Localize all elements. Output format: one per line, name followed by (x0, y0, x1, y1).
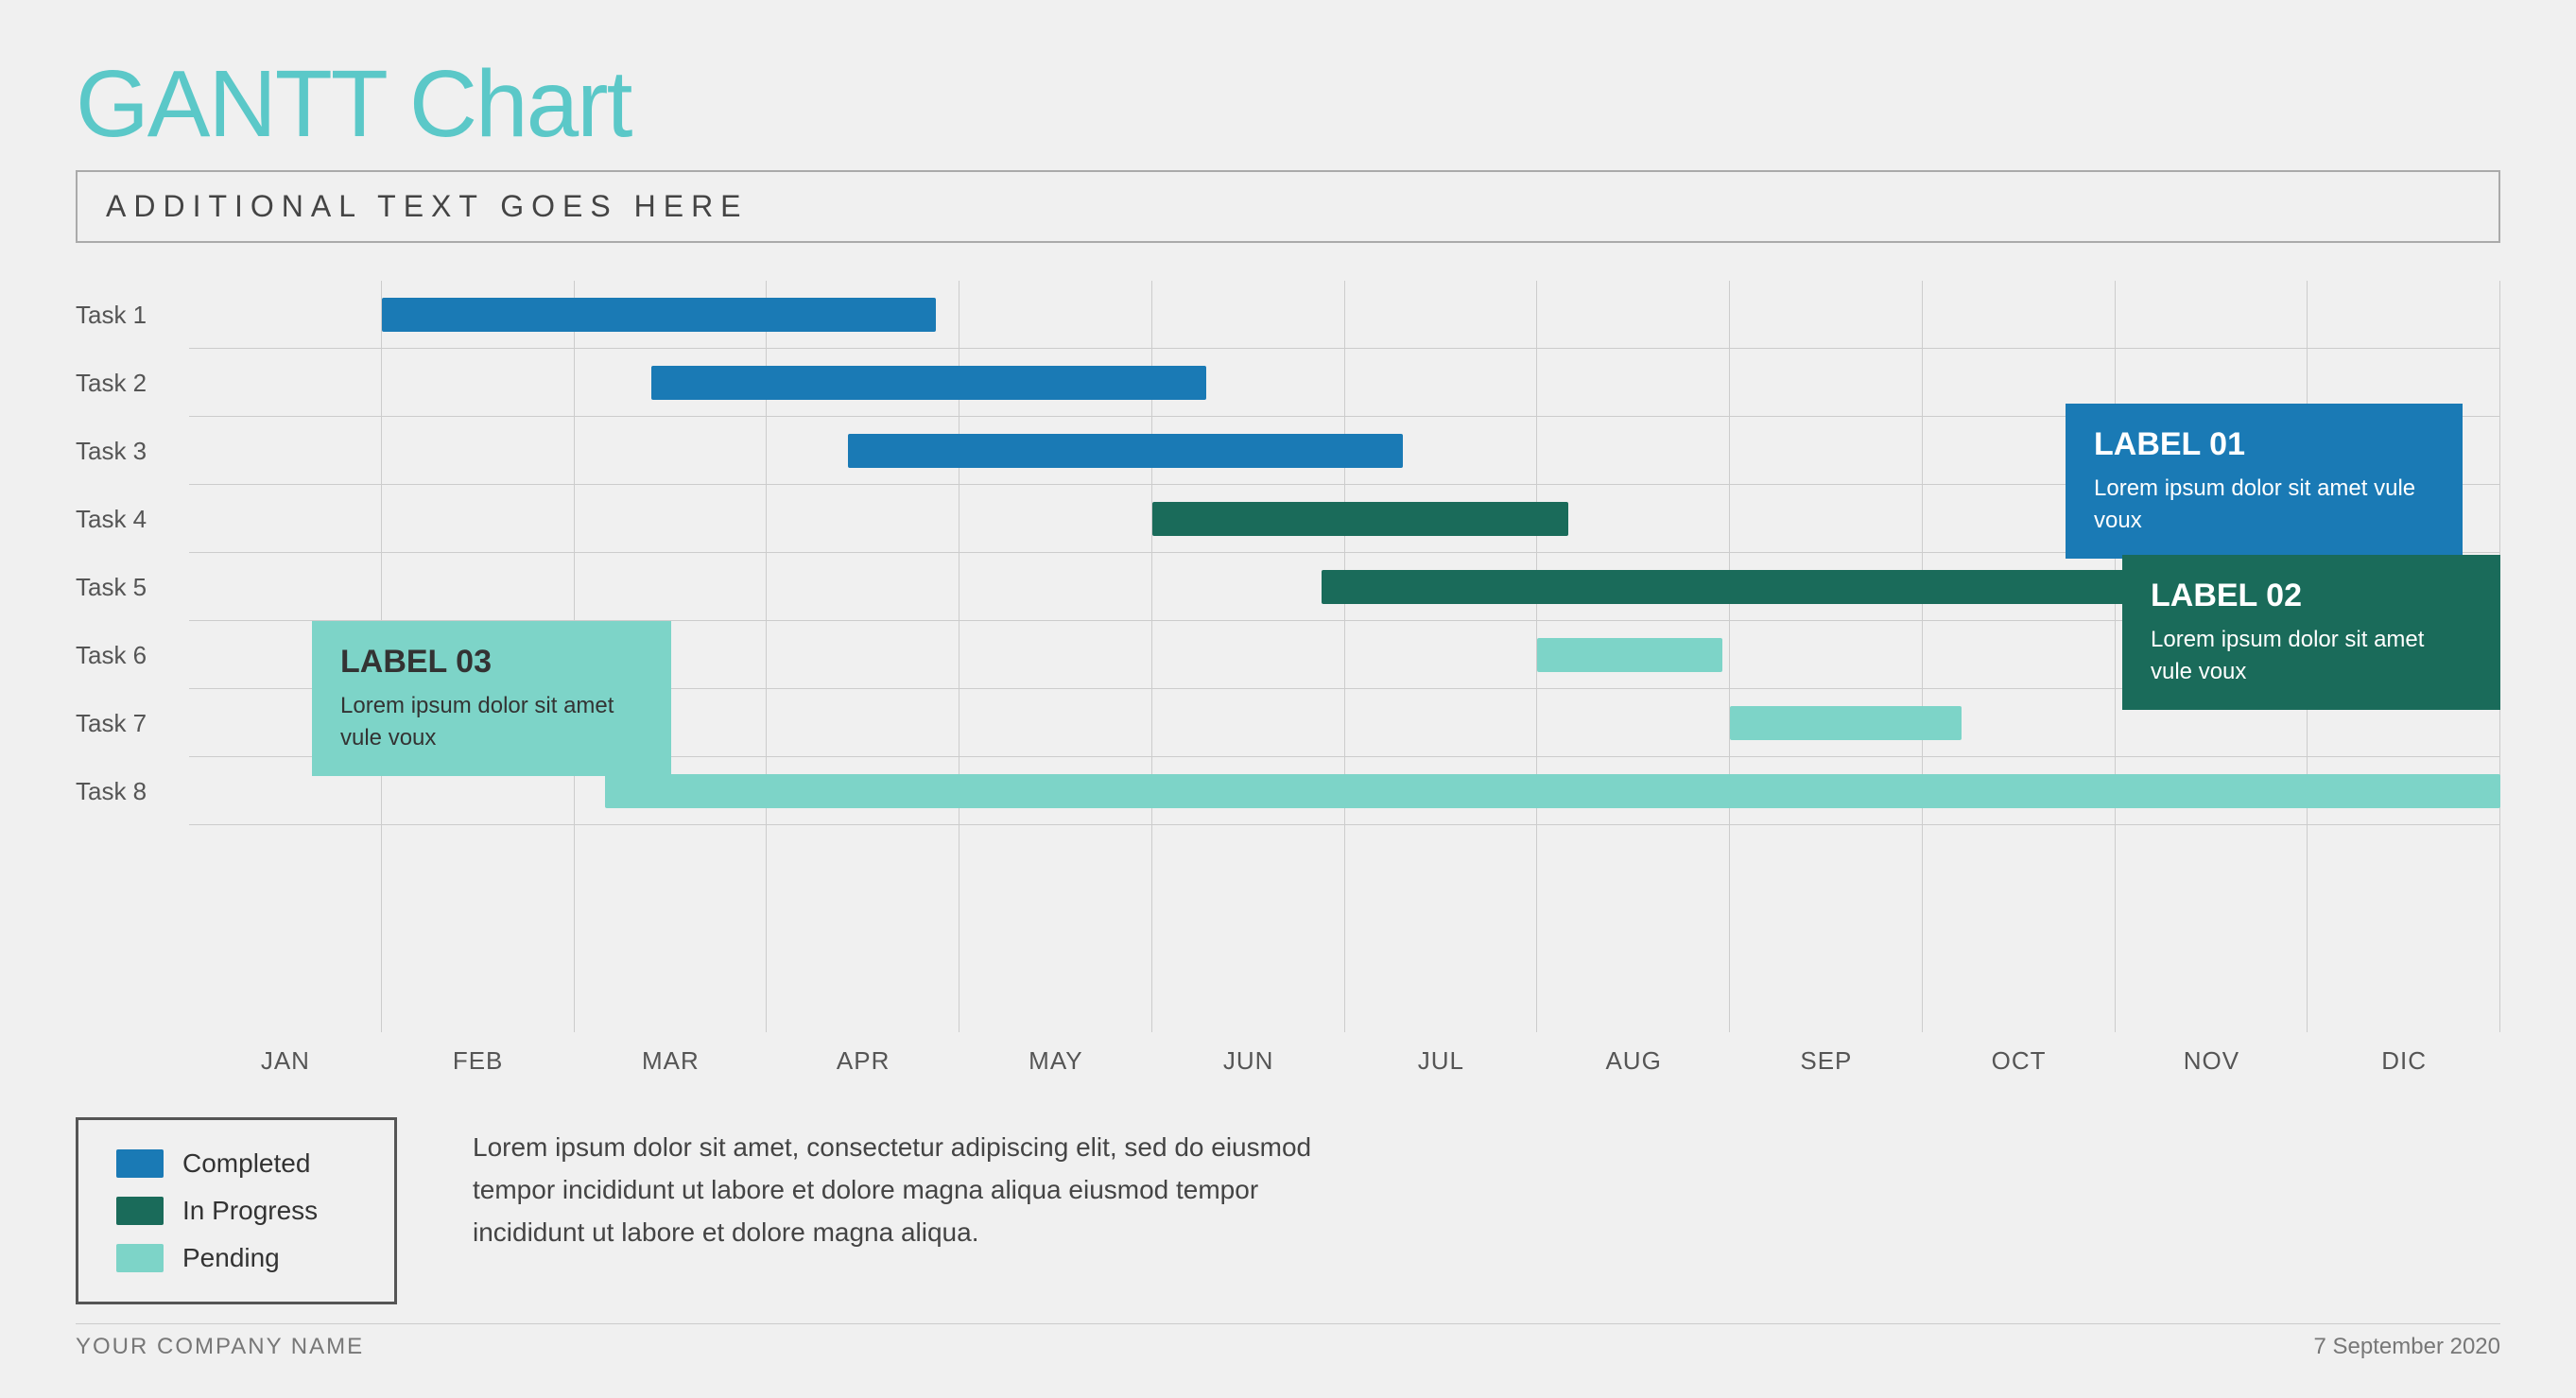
gantt-chart: LABEL 01 Lorem ipsum dolor sit amet vule… (189, 281, 2500, 1089)
tooltip-label-02: LABEL 02 Lorem ipsum dolor sit amet vule… (2122, 555, 2500, 710)
task-label-1: Task 1 (76, 281, 189, 349)
task-label-6: Task 6 (76, 621, 189, 689)
tooltip-label-01: LABEL 01 Lorem ipsum dolor sit amet vule… (2066, 404, 2463, 559)
footer-company: YOUR COMPANY NAME (76, 1334, 364, 1360)
bar-task1 (382, 298, 937, 332)
month-jun: JUN (1152, 1046, 1345, 1076)
footer-date: 7 September 2020 (2314, 1334, 2500, 1360)
tooltip-02-text: Lorem ipsum dolor sit amet vule voux (2151, 624, 2472, 687)
title: GANTT Chart (76, 57, 2500, 151)
grid-area: LABEL 01 Lorem ipsum dolor sit amet vule… (189, 281, 2500, 1032)
tooltip-02-title: LABEL 02 (2151, 578, 2472, 614)
bottom-section: Completed In Progress Pending Lorem ipsu… (76, 1117, 2500, 1304)
bar-task8 (605, 774, 2500, 808)
tooltip-label-03: LABEL 03 Lorem ipsum dolor sit amet vule… (312, 621, 671, 776)
page: GANTT Chart ADDITIONAL TEXT GOES HERE Ta… (0, 0, 2576, 1398)
month-jul: JUL (1345, 1046, 1538, 1076)
month-aug: AUG (1537, 1046, 1730, 1076)
task-label-3: Task 3 (76, 417, 189, 485)
task-label-5: Task 5 (76, 553, 189, 621)
legend-label-pending: Pending (182, 1243, 280, 1273)
month-apr: APR (767, 1046, 960, 1076)
legend-box: Completed In Progress Pending (76, 1117, 397, 1304)
month-nov: NOV (2116, 1046, 2308, 1076)
subtitle-box: ADDITIONAL TEXT GOES HERE (76, 170, 2500, 243)
month-sep: SEP (1730, 1046, 1923, 1076)
legend-item-pending: Pending (116, 1243, 356, 1273)
bar-task4 (1152, 502, 1568, 536)
task-label-8: Task 8 (76, 757, 189, 825)
month-oct: OCT (1923, 1046, 2116, 1076)
month-mar: MAR (575, 1046, 768, 1076)
tooltip-01-title: LABEL 01 (2094, 426, 2434, 463)
legend-item-completed: Completed (116, 1148, 356, 1179)
legend-label-completed: Completed (182, 1148, 310, 1179)
tooltip-03-title: LABEL 03 (340, 644, 643, 681)
subtitle: ADDITIONAL TEXT GOES HERE (106, 189, 749, 223)
legend-color-in-progress (116, 1197, 164, 1225)
footer: YOUR COMPANY NAME 7 September 2020 (76, 1323, 2500, 1360)
task-labels: Task 1 Task 2 Task 3 Task 4 Task 5 Task … (76, 281, 189, 1089)
task-label-7: Task 7 (76, 689, 189, 757)
bar-task2 (651, 366, 1206, 400)
gantt-container: Task 1 Task 2 Task 3 Task 4 Task 5 Task … (76, 281, 2500, 1089)
month-feb: FEB (382, 1046, 575, 1076)
month-may: MAY (960, 1046, 1152, 1076)
legend-color-pending (116, 1244, 164, 1272)
task-label-2: Task 2 (76, 349, 189, 417)
task-label-4: Task 4 (76, 485, 189, 553)
month-labels: JAN FEB MAR APR MAY JUN JUL AUG SEP OCT … (189, 1032, 2500, 1089)
legend-color-completed (116, 1149, 164, 1178)
month-jan: JAN (189, 1046, 382, 1076)
description-text: Lorem ipsum dolor sit amet, consectetur … (473, 1117, 1323, 1253)
tooltip-01-text: Lorem ipsum dolor sit amet vule voux (2094, 473, 2434, 536)
legend-label-in-progress: In Progress (182, 1196, 318, 1226)
tooltip-03-text: Lorem ipsum dolor sit amet vule voux (340, 690, 643, 753)
month-dic: DIC (2308, 1046, 2500, 1076)
chart-area: Task 1 Task 2 Task 3 Task 4 Task 5 Task … (76, 281, 2500, 1304)
legend-item-in-progress: In Progress (116, 1196, 356, 1226)
bar-task3 (848, 434, 1403, 468)
bar-task7 (1730, 706, 1962, 740)
bar-task6 (1537, 638, 1722, 672)
